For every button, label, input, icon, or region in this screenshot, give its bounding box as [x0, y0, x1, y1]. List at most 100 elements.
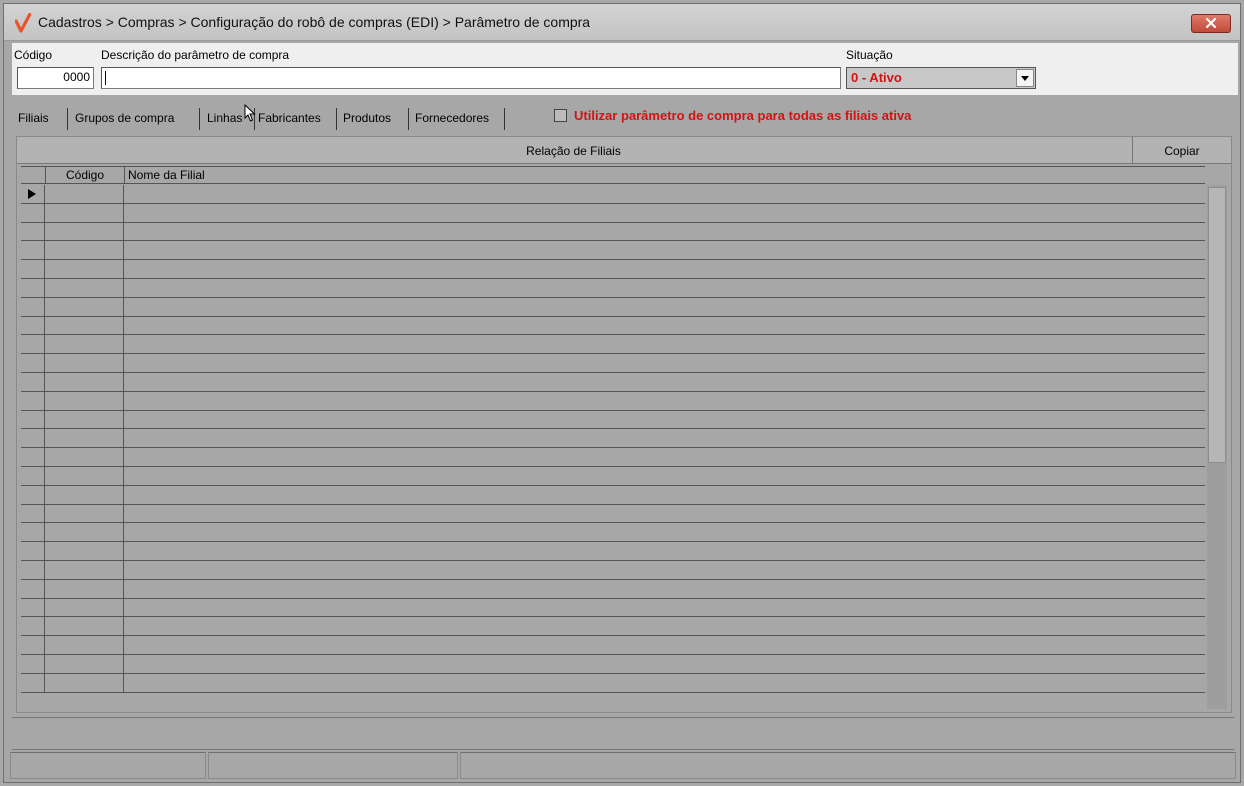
nome-filial-cell[interactable]	[124, 429, 1205, 447]
tab-fornecedores[interactable]: Fornecedores	[415, 108, 505, 130]
column-header-codigo[interactable]: Código	[45, 167, 124, 184]
nome-filial-cell[interactable]	[124, 185, 1205, 203]
table-row[interactable]	[21, 391, 1205, 411]
nome-filial-cell[interactable]	[124, 241, 1205, 259]
codigo-cell[interactable]	[45, 222, 124, 241]
nome-filial-cell[interactable]	[124, 505, 1205, 523]
table-row[interactable]	[21, 222, 1205, 242]
tab-filiais[interactable]: Filiais	[16, 108, 68, 130]
descricao-field[interactable]	[101, 67, 841, 89]
codigo-cell[interactable]	[45, 241, 124, 260]
nome-filial-cell[interactable]	[124, 655, 1205, 673]
situacao-select[interactable]: 0 - Ativo	[846, 67, 1036, 89]
title-bar: Cadastros > Compras > Configuração do ro…	[4, 4, 1240, 41]
table-row[interactable]	[21, 542, 1205, 561]
codigo-cell[interactable]	[45, 260, 124, 278]
table-row[interactable]	[21, 636, 1205, 655]
nome-filial-cell[interactable]	[124, 298, 1205, 316]
codigo-cell[interactable]	[45, 354, 124, 372]
table-row[interactable]	[21, 673, 1205, 693]
table-row[interactable]	[21, 316, 1205, 336]
nome-filial-cell[interactable]	[124, 523, 1205, 541]
nome-filial-cell[interactable]	[124, 335, 1205, 353]
nome-filial-cell[interactable]	[124, 392, 1205, 410]
nome-filial-cell[interactable]	[124, 599, 1205, 617]
table-row[interactable]	[21, 654, 1205, 674]
nome-filial-cell[interactable]	[124, 467, 1205, 485]
nome-filial-cell[interactable]	[124, 411, 1205, 429]
scrollbar-thumb[interactable]	[1208, 187, 1226, 463]
codigo-cell[interactable]	[45, 617, 124, 636]
nome-filial-cell[interactable]	[124, 561, 1205, 579]
table-row[interactable]	[21, 185, 1205, 204]
table-row[interactable]	[21, 354, 1205, 373]
codigo-cell[interactable]	[45, 504, 124, 523]
codigo-cell[interactable]	[45, 316, 124, 335]
codigo-cell[interactable]	[45, 523, 124, 542]
todas-filiais-checkbox[interactable]	[554, 108, 567, 122]
codigo-field[interactable]: 0000	[17, 67, 94, 89]
nome-filial-cell[interactable]	[124, 260, 1205, 278]
table-row[interactable]	[21, 579, 1205, 599]
dropdown-arrow-icon[interactable]	[1016, 69, 1034, 87]
table-row[interactable]	[21, 241, 1205, 261]
table-row[interactable]	[21, 504, 1205, 524]
codigo-cell[interactable]	[45, 372, 124, 391]
codigo-cell[interactable]	[45, 542, 124, 560]
nome-filial-cell[interactable]	[124, 317, 1205, 335]
codigo-cell[interactable]	[45, 560, 124, 579]
nome-filial-cell[interactable]	[124, 542, 1205, 560]
table-row[interactable]	[21, 429, 1205, 449]
table-row[interactable]	[21, 560, 1205, 580]
table-row[interactable]	[21, 335, 1205, 355]
table-row[interactable]	[21, 203, 1205, 223]
nome-filial-cell[interactable]	[124, 486, 1205, 504]
table-row[interactable]	[21, 297, 1205, 317]
nome-filial-cell[interactable]	[124, 373, 1205, 391]
vertical-scrollbar[interactable]	[1207, 185, 1227, 709]
table-row[interactable]	[21, 523, 1205, 543]
codigo-cell[interactable]	[45, 448, 124, 466]
codigo-cell[interactable]	[45, 654, 124, 673]
codigo-cell[interactable]	[45, 391, 124, 410]
table-row[interactable]	[21, 598, 1205, 618]
codigo-cell[interactable]	[45, 466, 124, 485]
table-row[interactable]	[21, 278, 1205, 298]
nome-filial-cell[interactable]	[124, 223, 1205, 241]
tab-grupos-de-compra[interactable]: Grupos de compra	[75, 108, 200, 130]
nome-filial-cell[interactable]	[124, 204, 1205, 222]
table-row[interactable]	[21, 260, 1205, 279]
table-row[interactable]	[21, 617, 1205, 637]
grid-body[interactable]	[21, 185, 1205, 709]
nome-filial-cell[interactable]	[124, 580, 1205, 598]
codigo-cell[interactable]	[45, 297, 124, 316]
tab-fabricantes[interactable]: Fabricantes	[258, 108, 337, 130]
table-row[interactable]	[21, 466, 1205, 486]
todas-filiais-option[interactable]: Utilizar parâmetro de compra para todas …	[554, 107, 911, 123]
codigo-cell[interactable]	[45, 410, 124, 429]
nome-filial-cell[interactable]	[124, 617, 1205, 635]
table-row[interactable]	[21, 448, 1205, 467]
codigo-cell[interactable]	[45, 335, 124, 354]
nome-filial-cell[interactable]	[124, 354, 1205, 372]
close-button[interactable]	[1191, 14, 1231, 33]
nome-filial-cell[interactable]	[124, 636, 1205, 654]
codigo-cell[interactable]	[45, 636, 124, 654]
codigo-cell[interactable]	[45, 579, 124, 598]
nome-filial-cell[interactable]	[124, 674, 1205, 692]
table-row[interactable]	[21, 410, 1205, 430]
codigo-cell[interactable]	[45, 203, 124, 222]
codigo-cell[interactable]	[45, 673, 124, 692]
codigo-cell[interactable]	[45, 485, 124, 504]
tab-produtos[interactable]: Produtos	[343, 108, 409, 130]
codigo-cell[interactable]	[45, 598, 124, 617]
copiar-button[interactable]: Copiar	[1132, 137, 1231, 163]
nome-filial-cell[interactable]	[124, 279, 1205, 297]
table-row[interactable]	[21, 485, 1205, 505]
table-row[interactable]	[21, 372, 1205, 392]
codigo-cell[interactable]	[45, 278, 124, 297]
codigo-cell[interactable]	[45, 429, 124, 448]
nome-filial-cell[interactable]	[124, 448, 1205, 466]
codigo-cell[interactable]	[45, 185, 124, 203]
column-header-nome-filial[interactable]: Nome da Filial	[124, 167, 1205, 184]
